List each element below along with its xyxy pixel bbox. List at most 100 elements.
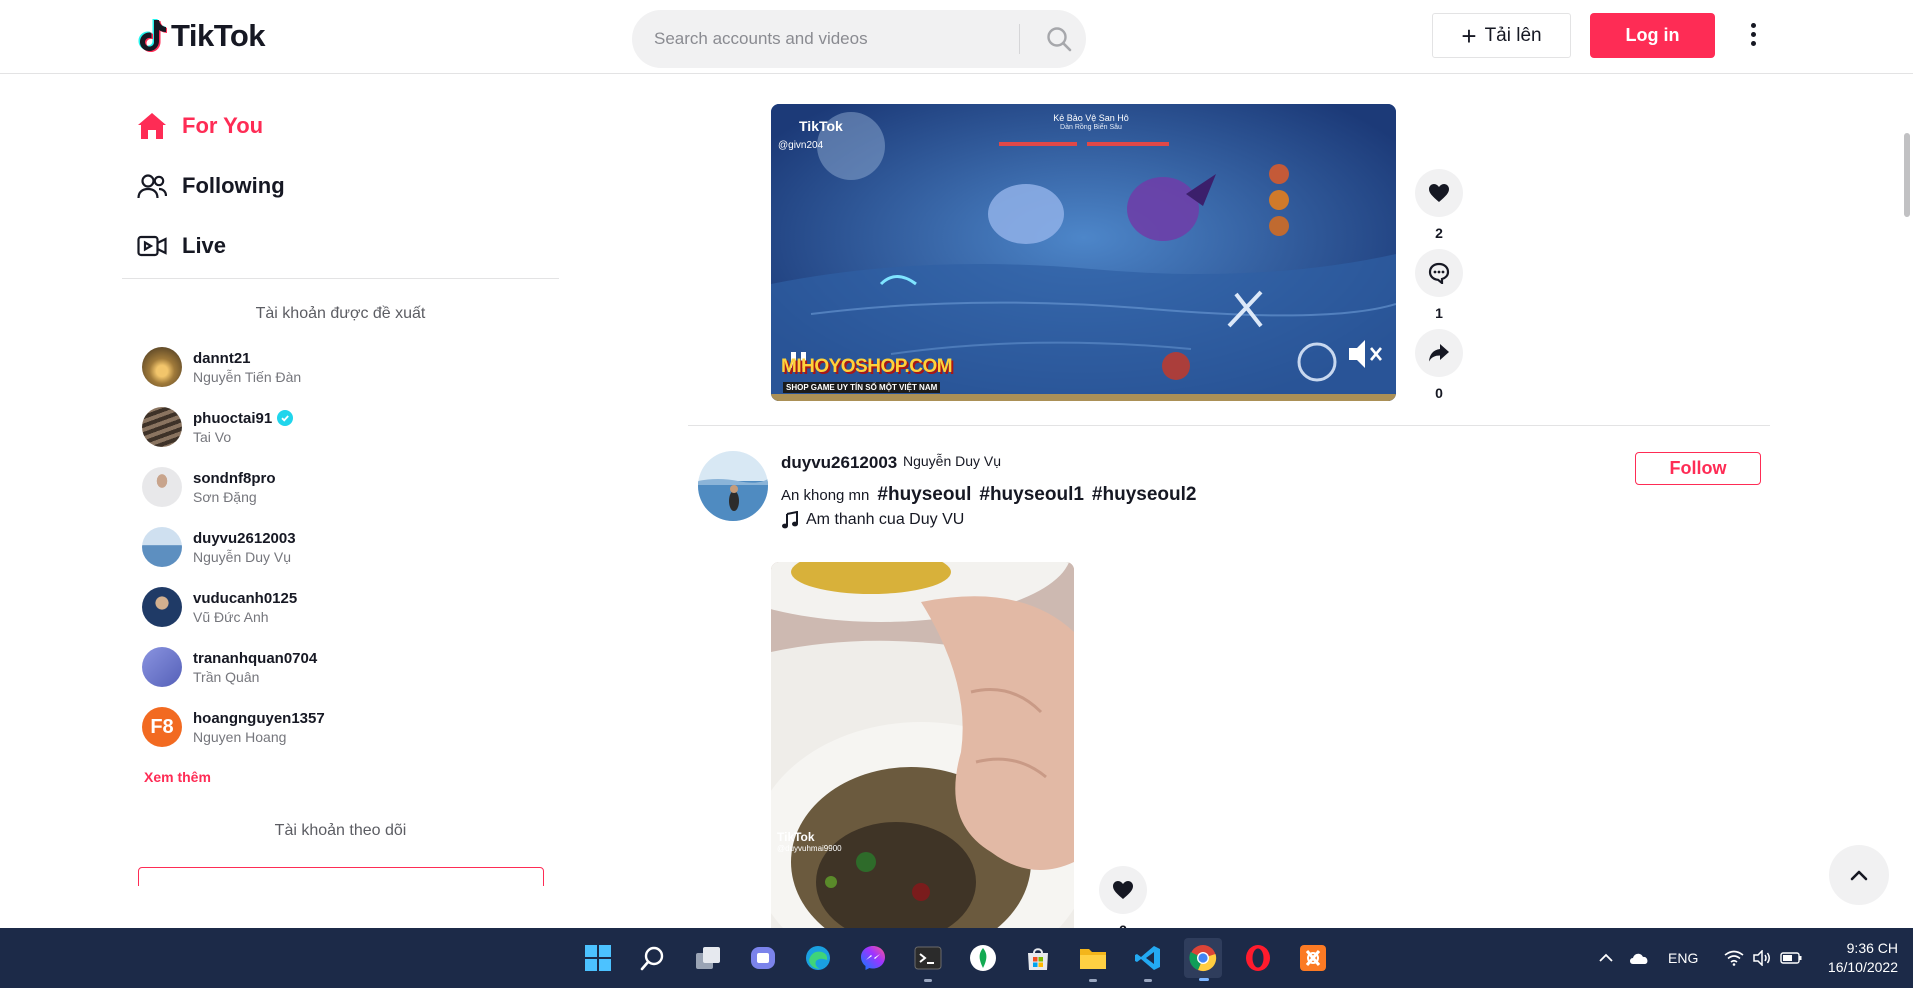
like-action[interactable]: 2 — [1415, 169, 1463, 241]
video-player[interactable]: TikTok @duyvuhmai9900 — [771, 562, 1074, 928]
login-button[interactable]: Log in — [1590, 13, 1715, 58]
comment-count: 1 — [1435, 305, 1443, 321]
more-options-icon[interactable] — [1740, 16, 1766, 52]
volume-icon[interactable] — [1752, 950, 1772, 966]
follow-button[interactable]: Follow — [1635, 452, 1761, 485]
clock-date: 16/10/2022 — [1827, 959, 1898, 975]
logo-text: TikTok — [171, 18, 266, 53]
avatar-text: F8 — [150, 715, 174, 738]
teams-chat-icon[interactable] — [746, 941, 780, 975]
back-to-top-button[interactable] — [1829, 845, 1889, 905]
vscode-icon[interactable] — [1131, 941, 1165, 982]
search-input[interactable] — [654, 10, 1044, 68]
language-indicator[interactable]: ENG — [1668, 950, 1698, 966]
opera-browser-icon[interactable] — [1241, 941, 1275, 975]
nav-label: Live — [182, 233, 227, 258]
hashtag-link[interactable]: #huyseoul2 — [1092, 484, 1197, 506]
account-name: Nguyen Hoang — [193, 728, 287, 745]
search-button[interactable] — [1032, 10, 1086, 68]
users-icon — [136, 170, 168, 202]
plus-icon: + — [1461, 20, 1477, 51]
comment-action[interactable]: 1 — [1415, 249, 1463, 321]
account-username: hoangnguyen1357 — [193, 709, 325, 727]
tiktok-watermark: TikTok — [799, 118, 843, 134]
suggested-account[interactable]: dannt21 Nguyễn Tiến Đàn — [142, 342, 301, 392]
nav-live[interactable]: Live — [136, 226, 226, 266]
boss-title: Kẻ Bảo Vệ San Hô — [1053, 113, 1129, 123]
task-view-icon[interactable] — [691, 941, 725, 975]
system-tray: ENG — [1598, 928, 1802, 988]
account-username: duyvu2612003 — [193, 529, 296, 547]
like-count: 2 — [1435, 225, 1443, 241]
heart-icon — [1113, 881, 1133, 899]
microsoft-store-icon[interactable] — [1021, 941, 1055, 975]
chevron-up-icon[interactable] — [1598, 953, 1614, 963]
account-name: Vũ Đức Anh — [193, 608, 269, 625]
sidebar: For You Following Live Tài khoản được đề… — [122, 74, 559, 886]
verified-badge-icon — [277, 410, 294, 426]
avatar — [142, 407, 182, 447]
xampp-icon[interactable] — [1296, 941, 1330, 975]
suggested-account[interactable]: sondnf8pro Sơn Đặng — [142, 462, 276, 512]
comment-button[interactable] — [1415, 249, 1463, 297]
chrome-browser-icon[interactable] — [1184, 938, 1222, 981]
video-player[interactable]: TikTok @givn204 Kẻ Bảo Vệ San Hô Dàn Rồn… — [771, 104, 1396, 401]
nav-label: For You — [182, 113, 264, 138]
nav-for-you[interactable]: For You — [136, 106, 263, 146]
account-name: Nguyễn Tiến Đàn — [193, 368, 302, 385]
video-handle: @duyvuhmai9900 — [777, 844, 842, 853]
account-username-row: phuoctai91 — [193, 410, 294, 427]
suggested-accounts-title: Tài khoản được đề xuất — [255, 305, 426, 322]
clock-time: 9:36 CH — [1846, 940, 1898, 956]
hashtag-link[interactable]: #huyseoul — [877, 484, 971, 506]
mongodb-icon[interactable] — [966, 941, 1000, 975]
search-bar — [632, 10, 1086, 68]
onedrive-cloud-icon[interactable] — [1628, 951, 1650, 965]
suggested-account[interactable]: duyvu2612003 Nguyễn Duy Vụ — [142, 522, 296, 572]
suggested-account[interactable]: phuoctai91 Tai Vo — [142, 402, 294, 452]
running-indicator — [1089, 979, 1097, 982]
suggested-account[interactable]: vuducanh0125 Vũ Đức Anh — [142, 582, 297, 632]
nav-label: Following — [182, 173, 285, 198]
search-icon[interactable] — [636, 941, 670, 975]
file-explorer-icon[interactable] — [1076, 941, 1110, 982]
see-more-link[interactable]: Xem thêm — [144, 769, 211, 785]
sidebar-divider — [122, 278, 559, 279]
hashtag-link[interactable]: #huyseoul1 — [979, 484, 1084, 506]
share-button[interactable] — [1415, 329, 1463, 377]
taskbar-clock[interactable]: 9:36 CH 16/10/2022 — [1812, 939, 1898, 977]
wifi-icon[interactable] — [1724, 950, 1744, 966]
suggested-account[interactable]: trananhquan0704 Trần Quân — [142, 642, 317, 692]
battery-icon[interactable] — [1780, 952, 1802, 964]
account-username: sondnf8pro — [193, 469, 276, 487]
login-prompt-button[interactable] — [138, 867, 544, 886]
shop-brand: MIHOYOSHOP.COM — [781, 356, 953, 377]
music-note-icon — [782, 511, 798, 529]
share-action[interactable]: 0 — [1415, 329, 1463, 401]
like-button[interactable] — [1415, 169, 1463, 217]
tiktok-logo[interactable]: TikTok — [137, 16, 266, 56]
avatar-image — [698, 451, 768, 521]
account-name: Sơn Đặng — [193, 488, 257, 505]
post-caption: An khong mn #huyseoul #huyseoul1 #huyseo… — [781, 484, 1196, 506]
post-divider — [688, 425, 1770, 426]
home-icon — [136, 110, 168, 142]
account-name: Nguyễn Duy Vụ — [193, 548, 292, 565]
like-button[interactable] — [1099, 866, 1147, 914]
messenger-icon[interactable] — [856, 941, 890, 975]
post-author-avatar[interactable] — [698, 451, 768, 521]
like-action[interactable]: 2 — [1099, 866, 1147, 928]
post-author-username[interactable]: duyvu2612003 — [781, 453, 897, 473]
post-music[interactable]: Am thanh cua Duy VU — [781, 511, 964, 529]
windows-start-icon[interactable] — [581, 941, 615, 975]
heart-icon — [1429, 184, 1449, 202]
suggested-account[interactable]: F8 hoangnguyen1357 Nguyen Hoang — [142, 702, 325, 752]
nav-following[interactable]: Following — [136, 166, 285, 206]
windows-taskbar: ENG 9:36 CH 16/10/2022 — [0, 928, 1913, 988]
edge-browser-icon[interactable] — [801, 941, 835, 975]
following-accounts-title: Tài khoản theo dõi — [274, 822, 407, 839]
page-scrollbar[interactable] — [1904, 133, 1910, 217]
account-username: dannt21 — [193, 349, 251, 367]
terminal-icon[interactable] — [911, 941, 945, 982]
upload-button[interactable]: + Tải lên — [1432, 13, 1571, 58]
